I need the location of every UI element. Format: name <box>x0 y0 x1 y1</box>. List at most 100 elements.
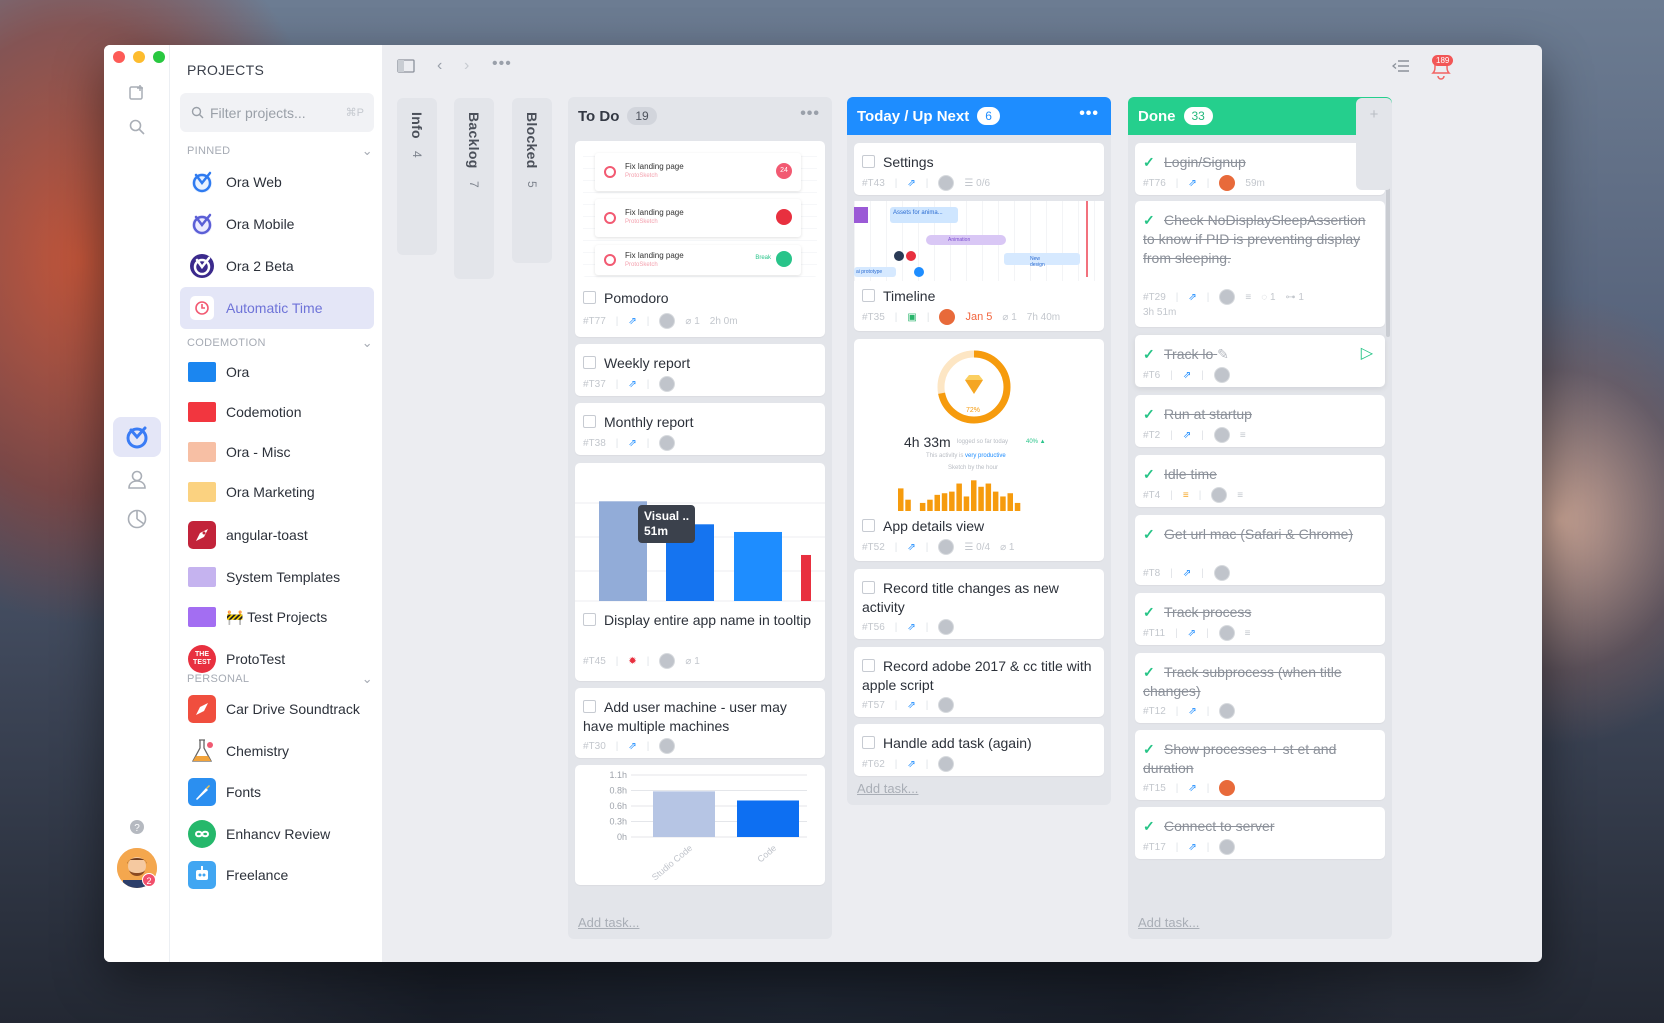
bar[interactable] <box>653 791 715 837</box>
assignee-icon[interactable] <box>1218 625 1235 641</box>
task-checkbox[interactable] <box>583 291 596 304</box>
project-system-templates[interactable]: System Templates <box>180 556 374 598</box>
checkmark-icon[interactable]: ✓ <box>1143 465 1157 484</box>
task-card-check-nodisplay[interactable]: ✓ Check NoDisplaySleepAssertion to know i… <box>1135 201 1385 327</box>
column-backlog-collapsed[interactable]: Backlog 7 <box>454 98 494 279</box>
toggle-sidebar-button[interactable] <box>397 59 415 78</box>
assignee-icon[interactable] <box>938 756 955 772</box>
task-checkbox[interactable] <box>862 155 875 168</box>
task-card-track-lo[interactable]: ✓ Track lo ✎ ▷ #T6 | ⇗ | <box>1135 335 1385 387</box>
help-button[interactable]: ? <box>113 807 161 847</box>
task-card-settings[interactable]: Settings #T43 | ⇗ | ☰ 0/6 <box>854 143 1104 195</box>
list-view-button[interactable] <box>1391 59 1410 78</box>
assignee-icon[interactable] <box>1213 367 1230 383</box>
forward-button[interactable]: › <box>464 57 469 75</box>
task-checkbox[interactable] <box>862 581 875 594</box>
more-button[interactable]: ••• <box>492 55 512 73</box>
add-task-link-done[interactable]: Add task... <box>1138 915 1199 930</box>
task-checkbox[interactable] <box>862 659 875 672</box>
checkmark-icon[interactable]: ✓ <box>1143 740 1157 759</box>
task-card-record-adobe[interactable]: Record adobe 2017 & cc title with apple … <box>854 647 1104 717</box>
minimize-window-button[interactable] <box>133 51 145 63</box>
add-list-button[interactable]: + <box>1356 98 1392 190</box>
assignee-icon[interactable] <box>1219 839 1236 855</box>
assignee-icon[interactable] <box>659 313 676 329</box>
task-card-weekly-report[interactable]: Weekly report #T37 | ⇗ | <box>575 344 825 396</box>
filter-projects-input[interactable]: Filter projects... ⌘P <box>180 93 374 132</box>
assignee-icon[interactable] <box>1219 289 1236 305</box>
project-fonts[interactable]: Fonts <box>180 771 374 813</box>
assignee-icon[interactable] <box>659 376 676 392</box>
project-ora-marketing[interactable]: Ora Marketing <box>180 471 374 513</box>
project-ora-2-beta[interactable]: Ora 2 Beta <box>180 245 374 287</box>
task-card-display-app-name[interactable]: Visual .. 51m Display entire app name in … <box>575 463 825 681</box>
assignee-avatar[interactable] <box>939 309 956 325</box>
task-card-track-process[interactable]: ✓ Track process #T11 | ⇗ | ≡ <box>1135 593 1385 645</box>
task-card-get-url-mac[interactable]: ✓ Get url mac (Safari & Chrome) #T8 | ⇗ | <box>1135 515 1385 585</box>
group-pinned[interactable]: PINNED ⌄ <box>187 143 373 158</box>
close-window-button[interactable] <box>113 51 125 63</box>
task-card-idle-time[interactable]: ✓ Idle time #T4 | ≡ | ≡ <box>1135 455 1385 507</box>
project-enhancv-review[interactable]: Enhancv Review <box>180 813 374 855</box>
play-timer-button[interactable]: ▷ <box>1361 343 1373 363</box>
task-card-monthly-report[interactable]: Monthly report #T38 | ⇗ | <box>575 403 825 455</box>
project-ora[interactable]: Ora <box>180 351 374 393</box>
task-card-run-at-startup[interactable]: ✓ Run at startup #T2 | ⇗ | ≡ <box>1135 395 1385 447</box>
column-blocked-collapsed[interactable]: Blocked 5 <box>512 98 552 263</box>
task-card-show-processes[interactable]: ✓ Show processes + st et and duration #T1… <box>1135 730 1385 800</box>
checkmark-icon[interactable]: ✓ <box>1143 603 1157 622</box>
task-card-record-title-changes[interactable]: Record title changes as new activity #T5… <box>854 569 1104 639</box>
bar[interactable] <box>801 554 811 601</box>
project-freelance[interactable]: Freelance <box>180 854 374 896</box>
list-menu-button[interactable]: ••• <box>1079 105 1099 123</box>
assignee-icon[interactable] <box>938 539 955 555</box>
assignee-icon[interactable] <box>938 697 955 713</box>
checkmark-icon[interactable]: ✓ <box>1143 663 1157 682</box>
task-checkbox[interactable] <box>583 356 596 369</box>
project-automatic-time[interactable]: Automatic Time <box>180 287 374 329</box>
notifications-button[interactable]: 189 <box>1428 55 1454 86</box>
task-card-connect-to-server[interactable]: ✓ Connect to server #T17 | ⇗ | <box>1135 807 1385 859</box>
add-task-link-todo[interactable]: Add task... <box>578 915 639 930</box>
task-card-usage-chart[interactable]: 1.1h 0.8h 0.6h 0.3h 0h Studio Code Code <box>575 765 825 885</box>
assignee-icon[interactable] <box>938 175 955 191</box>
project-angular-toast[interactable]: angular-toast <box>180 514 374 556</box>
project-ora-misc[interactable]: Ora - Misc <box>180 431 374 473</box>
task-card-app-details[interactable]: 72% 4h 33m logged so far today 40% ▲ Thi… <box>854 339 1104 561</box>
profile-nav-button[interactable] <box>113 459 161 499</box>
assignee-avatar[interactable] <box>1219 780 1236 796</box>
project-test-projects[interactable]: 🚧 Test Projects <box>180 596 374 638</box>
group-personal[interactable]: PERSONAL ⌄ <box>187 671 373 686</box>
task-checkbox[interactable] <box>862 736 875 749</box>
add-task-link-today[interactable]: Add task... <box>857 781 918 796</box>
bar[interactable] <box>734 531 782 601</box>
project-ora-web[interactable]: Ora Web <box>180 161 374 203</box>
reports-nav-button[interactable] <box>113 499 161 539</box>
assignee-icon[interactable] <box>659 738 676 754</box>
checkmark-icon[interactable]: ✓ <box>1143 153 1157 172</box>
bar[interactable] <box>737 800 799 837</box>
project-ora-mobile[interactable]: Ora Mobile <box>180 203 374 245</box>
back-button[interactable]: ‹ <box>437 57 442 75</box>
task-checkbox[interactable] <box>862 289 875 302</box>
group-codemotion[interactable]: CODEMOTION ⌄ <box>187 335 373 350</box>
project-car-drive-soundtrack[interactable]: Car Drive Soundtrack <box>180 688 374 730</box>
assignee-icon[interactable] <box>1211 487 1228 503</box>
assignee-icon[interactable] <box>659 653 676 669</box>
checkmark-icon[interactable]: ✓ <box>1143 345 1157 364</box>
search-button[interactable] <box>113 107 161 147</box>
column-info-collapsed[interactable]: Info 4 <box>397 98 437 255</box>
task-card-handle-add-task[interactable]: Handle add task (again) #T62 | ⇗ | <box>854 724 1104 776</box>
task-card-add-user-machine[interactable]: Add user machine - user may have multipl… <box>575 688 825 758</box>
assignee-icon[interactable] <box>1213 565 1230 581</box>
assignee-icon[interactable] <box>659 435 676 451</box>
task-checkbox[interactable] <box>862 519 875 532</box>
edit-pencil-icon[interactable]: ✎ <box>1217 345 1229 364</box>
project-codemotion[interactable]: Codemotion <box>180 391 374 433</box>
list-menu-button[interactable]: ••• <box>800 105 820 123</box>
task-checkbox[interactable] <box>583 613 596 626</box>
assignee-icon[interactable] <box>938 619 955 635</box>
assignee-icon[interactable] <box>1219 703 1236 719</box>
task-card-timeline[interactable]: Assets for anima... Animation New design… <box>854 201 1104 331</box>
checkmark-icon[interactable]: ✓ <box>1143 525 1157 544</box>
